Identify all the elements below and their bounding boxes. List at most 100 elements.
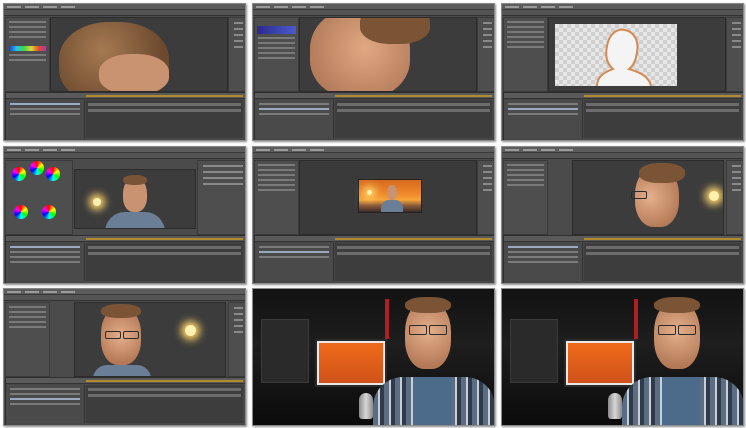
composition-viewer[interactable]	[548, 17, 726, 92]
studio-light	[385, 299, 389, 339]
thumbnail-4[interactable]	[3, 146, 246, 284]
tools-bar	[4, 10, 245, 16]
timeline-track	[335, 100, 492, 138]
layer-list	[6, 243, 85, 281]
layer-list	[255, 100, 334, 138]
tools-bar	[502, 153, 743, 159]
tools-bar	[253, 153, 494, 159]
layer-list	[504, 100, 583, 138]
timeline-panel[interactable]	[5, 235, 245, 283]
thumbnail-6[interactable]	[501, 146, 744, 284]
glasses-icon	[105, 331, 121, 339]
timeline-panel[interactable]	[254, 92, 494, 140]
composition-viewer[interactable]	[299, 160, 477, 235]
project-panel	[5, 17, 50, 92]
effects-panel	[228, 302, 245, 377]
thumbnail-3[interactable]	[501, 3, 744, 141]
monitor-screen	[568, 343, 632, 383]
layer-list	[504, 243, 583, 281]
silhouette-outline-icon	[596, 28, 652, 87]
project-panel	[254, 17, 299, 92]
tools-bar	[4, 153, 245, 159]
presenter-tshirt	[413, 377, 451, 425]
studio-rack	[510, 319, 558, 383]
timeline-panel[interactable]	[503, 92, 743, 140]
work-area-bar	[584, 238, 741, 240]
effects-panel	[477, 160, 494, 235]
thumbnail-7[interactable]	[3, 288, 246, 426]
project-panel	[254, 160, 299, 235]
thumbnail-2[interactable]	[252, 3, 495, 141]
subject-hair	[639, 163, 685, 183]
work-area-bar	[86, 95, 243, 97]
glasses-icon	[658, 325, 676, 335]
project-panel	[503, 160, 548, 235]
timeline-track	[335, 243, 492, 281]
matte-canvas	[555, 24, 677, 87]
tools-bar	[4, 295, 245, 301]
thumbnail-grid	[3, 3, 745, 427]
work-area-bar	[335, 95, 492, 97]
background-monitor	[564, 339, 636, 387]
composition-viewer[interactable]	[74, 169, 196, 229]
color-wheel-icon	[12, 167, 26, 181]
thumbnail-9[interactable]	[501, 288, 744, 426]
color-wheel-icon	[14, 205, 28, 219]
layer-list	[255, 243, 334, 281]
glasses-icon	[409, 325, 427, 335]
subject-shirt	[381, 200, 403, 212]
tools-bar	[502, 10, 743, 16]
thumbnail-1[interactable]	[3, 3, 246, 141]
subject-hair	[360, 18, 430, 44]
color-wheel-icon	[42, 205, 56, 219]
composition-viewer[interactable]	[572, 160, 724, 235]
studio-rack	[261, 319, 309, 383]
timeline-panel[interactable]	[503, 235, 743, 283]
subject-shirt	[105, 212, 165, 228]
thumbnail-8[interactable]	[252, 288, 495, 426]
color-wheels-panel[interactable]	[5, 160, 73, 235]
color-swatch-strip	[9, 46, 46, 51]
subject-shirt	[93, 365, 151, 376]
subject-forehead	[99, 54, 169, 91]
timeline-track	[86, 385, 243, 423]
highlighted-item	[257, 26, 296, 34]
sun-shape	[185, 325, 196, 336]
layer-list	[6, 100, 85, 138]
effects-panel	[726, 160, 743, 235]
timeline-panel[interactable]	[5, 377, 245, 425]
monitor-screen	[319, 343, 383, 383]
project-panel	[5, 302, 50, 377]
thumbnail-5[interactable]	[252, 146, 495, 284]
composition-viewer[interactable]	[50, 17, 228, 92]
presenter-hair	[405, 297, 451, 313]
subject-face	[387, 185, 397, 200]
timeline-panel[interactable]	[254, 235, 494, 283]
effects-panel	[477, 17, 494, 92]
small-preview	[358, 179, 422, 213]
studio-light	[634, 299, 638, 339]
timeline-track	[86, 243, 243, 281]
composition-viewer[interactable]	[74, 302, 226, 377]
layer-list	[6, 385, 85, 423]
microphone-icon	[359, 393, 373, 419]
timeline-panel[interactable]	[5, 92, 245, 140]
subject-hair	[123, 175, 147, 185]
glasses-icon	[678, 325, 696, 335]
background-monitor	[315, 339, 387, 387]
subject-hair	[101, 304, 141, 318]
project-panel	[503, 17, 548, 92]
sun-shape	[367, 190, 372, 195]
presenter-hair	[654, 297, 700, 313]
work-area-bar	[86, 238, 243, 240]
tools-bar	[253, 10, 494, 16]
work-area-bar	[584, 95, 741, 97]
work-area-bar	[335, 238, 492, 240]
sun-shape	[93, 198, 101, 206]
glasses-icon	[429, 325, 447, 335]
glasses-icon	[123, 331, 139, 339]
composition-viewer[interactable]	[299, 17, 477, 92]
effects-panel	[726, 17, 743, 92]
work-area-bar	[86, 380, 243, 382]
glasses-icon	[631, 191, 647, 199]
